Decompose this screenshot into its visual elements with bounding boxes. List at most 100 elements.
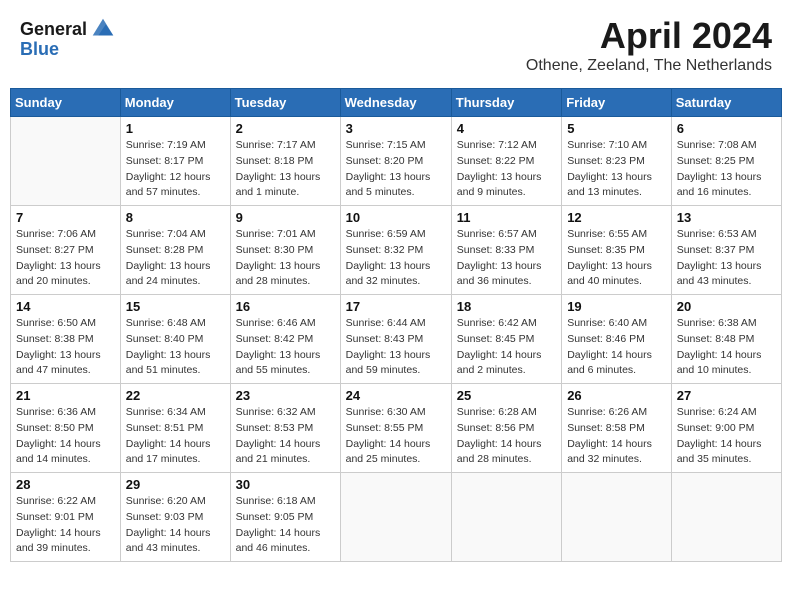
day-number: 18 [457, 299, 556, 314]
calendar-cell: 13 Sunrise: 6:53 AMSunset: 8:37 PMDayligh… [671, 206, 781, 295]
week-row-4: 21 Sunrise: 6:36 AMSunset: 8:50 PMDayligh… [11, 384, 782, 473]
calendar-cell: 7Sunrise: 7:06 AMSunset: 8:27 PMDaylight… [11, 206, 121, 295]
week-row-5: 28 Sunrise: 6:22 AMSunset: 9:01 PMDayligh… [11, 473, 782, 562]
day-number: 27 [677, 388, 776, 403]
calendar-cell: 9Sunrise: 7:01 AMSunset: 8:30 PMDaylight… [230, 206, 340, 295]
calendar-cell: 26 Sunrise: 6:26 AMSunset: 8:58 PMDayligh… [562, 384, 672, 473]
day-number: 10 [346, 210, 446, 225]
weekday-header-thursday: Thursday [451, 89, 561, 117]
day-number: 22 [126, 388, 225, 403]
day-number: 8 [126, 210, 225, 225]
calendar-cell: 24 Sunrise: 6:30 AMSunset: 8:55 PMDayligh… [340, 384, 451, 473]
day-number: 4 [457, 121, 556, 136]
day-info: Sunrise: 6:36 AMSunset: 8:50 PMDaylight:… [16, 405, 115, 468]
calendar-cell: 1 Sunrise: 7:19 AMSunset: 8:17 PMDaylight… [120, 117, 230, 206]
day-number: 20 [677, 299, 776, 314]
day-info: Sunrise: 6:32 AMSunset: 8:53 PMDaylight:… [236, 405, 335, 468]
logo-general: General [20, 19, 87, 40]
weekday-header-row: SundayMondayTuesdayWednesdayThursdayFrid… [11, 89, 782, 117]
week-row-3: 14 Sunrise: 6:50 AMSunset: 8:38 PMDayligh… [11, 295, 782, 384]
calendar-cell: 18 Sunrise: 6:42 AMSunset: 8:45 PMDayligh… [451, 295, 561, 384]
logo-blue: Blue [20, 39, 59, 60]
day-info: Sunrise: 6:24 AMSunset: 9:00 PMDaylight:… [677, 405, 776, 468]
calendar-cell: 10 Sunrise: 6:59 AMSunset: 8:32 PMDayligh… [340, 206, 451, 295]
day-number: 5 [567, 121, 666, 136]
day-info: Sunrise: 7:19 AMSunset: 8:17 PMDaylight:… [126, 138, 225, 201]
day-number: 3 [346, 121, 446, 136]
day-number: 30 [236, 477, 335, 492]
calendar-cell [340, 473, 451, 562]
day-info: Sunrise: 6:57 AMSunset: 8:33 PMDaylight:… [457, 227, 556, 290]
calendar-cell: 23 Sunrise: 6:32 AMSunset: 8:53 PMDayligh… [230, 384, 340, 473]
day-info: Sunrise: 6:50 AMSunset: 8:38 PMDaylight:… [16, 316, 115, 379]
day-info: Sunrise: 6:30 AMSunset: 8:55 PMDaylight:… [346, 405, 446, 468]
weekday-header-monday: Monday [120, 89, 230, 117]
day-info: Sunrise: 6:20 AMSunset: 9:03 PMDaylight:… [126, 494, 225, 557]
day-info: Sunrise: 6:46 AMSunset: 8:42 PMDaylight:… [236, 316, 335, 379]
weekday-header-wednesday: Wednesday [340, 89, 451, 117]
day-info: Sunrise: 7:12 AMSunset: 8:22 PMDaylight:… [457, 138, 556, 201]
week-row-1: 1 Sunrise: 7:19 AMSunset: 8:17 PMDaylight… [11, 117, 782, 206]
day-info: Sunrise: 6:34 AMSunset: 8:51 PMDaylight:… [126, 405, 225, 468]
calendar-cell: 27 Sunrise: 6:24 AMSunset: 9:00 PMDayligh… [671, 384, 781, 473]
calendar-cell: 6 Sunrise: 7:08 AMSunset: 8:25 PMDaylight… [671, 117, 781, 206]
week-row-2: 7Sunrise: 7:06 AMSunset: 8:27 PMDaylight… [11, 206, 782, 295]
day-number: 13 [677, 210, 776, 225]
day-info: Sunrise: 6:53 AMSunset: 8:37 PMDaylight:… [677, 227, 776, 290]
calendar-cell: 25 Sunrise: 6:28 AMSunset: 8:56 PMDayligh… [451, 384, 561, 473]
calendar-cell: 29Sunrise: 6:20 AMSunset: 9:03 PMDayligh… [120, 473, 230, 562]
day-number: 12 [567, 210, 666, 225]
calendar-cell [11, 117, 121, 206]
location: Othene, Zeeland, The Netherlands [526, 57, 772, 75]
calendar-cell: 15 Sunrise: 6:48 AMSunset: 8:40 PMDayligh… [120, 295, 230, 384]
day-info: Sunrise: 7:08 AMSunset: 8:25 PMDaylight:… [677, 138, 776, 201]
day-number: 21 [16, 388, 115, 403]
day-number: 25 [457, 388, 556, 403]
day-info: Sunrise: 7:15 AMSunset: 8:20 PMDaylight:… [346, 138, 446, 201]
day-info: Sunrise: 6:42 AMSunset: 8:45 PMDaylight:… [457, 316, 556, 379]
day-info: Sunrise: 6:59 AMSunset: 8:32 PMDaylight:… [346, 227, 446, 290]
calendar-cell: 2Sunrise: 7:17 AMSunset: 8:18 PMDaylight… [230, 117, 340, 206]
logo: General Blue [20, 15, 117, 60]
day-number: 11 [457, 210, 556, 225]
day-number: 6 [677, 121, 776, 136]
calendar-cell: 20 Sunrise: 6:38 AMSunset: 8:48 PMDayligh… [671, 295, 781, 384]
weekday-header-friday: Friday [562, 89, 672, 117]
day-number: 28 [16, 477, 115, 492]
calendar-cell: 28 Sunrise: 6:22 AMSunset: 9:01 PMDayligh… [11, 473, 121, 562]
day-number: 9 [236, 210, 335, 225]
day-info: Sunrise: 6:38 AMSunset: 8:48 PMDaylight:… [677, 316, 776, 379]
day-info: Sunrise: 6:18 AMSunset: 9:05 PMDaylight:… [236, 494, 335, 557]
calendar-cell: 22 Sunrise: 6:34 AMSunset: 8:51 PMDayligh… [120, 384, 230, 473]
day-number: 23 [236, 388, 335, 403]
day-number: 26 [567, 388, 666, 403]
day-info: Sunrise: 7:06 AMSunset: 8:27 PMDaylight:… [16, 227, 115, 290]
day-number: 19 [567, 299, 666, 314]
day-number: 16 [236, 299, 335, 314]
day-info: Sunrise: 6:28 AMSunset: 8:56 PMDaylight:… [457, 405, 556, 468]
calendar-cell: 4 Sunrise: 7:12 AMSunset: 8:22 PMDaylight… [451, 117, 561, 206]
day-info: Sunrise: 6:22 AMSunset: 9:01 PMDaylight:… [16, 494, 115, 557]
day-info: Sunrise: 6:48 AMSunset: 8:40 PMDaylight:… [126, 316, 225, 379]
calendar-table: SundayMondayTuesdayWednesdayThursdayFrid… [10, 88, 782, 562]
calendar-cell: 17Sunrise: 6:44 AMSunset: 8:43 PMDayligh… [340, 295, 451, 384]
day-info: Sunrise: 6:26 AMSunset: 8:58 PMDaylight:… [567, 405, 666, 468]
day-number: 1 [126, 121, 225, 136]
calendar-cell: 12 Sunrise: 6:55 AMSunset: 8:35 PMDayligh… [562, 206, 672, 295]
day-number: 14 [16, 299, 115, 314]
title-block: April 2024 Othene, Zeeland, The Netherla… [526, 15, 772, 75]
day-info: Sunrise: 7:17 AMSunset: 8:18 PMDaylight:… [236, 138, 335, 201]
day-number: 15 [126, 299, 225, 314]
calendar-cell [562, 473, 672, 562]
day-info: Sunrise: 7:10 AMSunset: 8:23 PMDaylight:… [567, 138, 666, 201]
page-header: General Blue April 2024 Othene, Zeeland,… [10, 10, 782, 80]
calendar-cell: 21 Sunrise: 6:36 AMSunset: 8:50 PMDayligh… [11, 384, 121, 473]
weekday-header-tuesday: Tuesday [230, 89, 340, 117]
calendar-cell: 14 Sunrise: 6:50 AMSunset: 8:38 PMDayligh… [11, 295, 121, 384]
calendar-cell [451, 473, 561, 562]
day-info: Sunrise: 7:04 AMSunset: 8:28 PMDaylight:… [126, 227, 225, 290]
day-info: Sunrise: 6:55 AMSunset: 8:35 PMDaylight:… [567, 227, 666, 290]
day-number: 24 [346, 388, 446, 403]
calendar-cell: 5 Sunrise: 7:10 AMSunset: 8:23 PMDaylight… [562, 117, 672, 206]
calendar-cell: 19Sunrise: 6:40 AMSunset: 8:46 PMDayligh… [562, 295, 672, 384]
